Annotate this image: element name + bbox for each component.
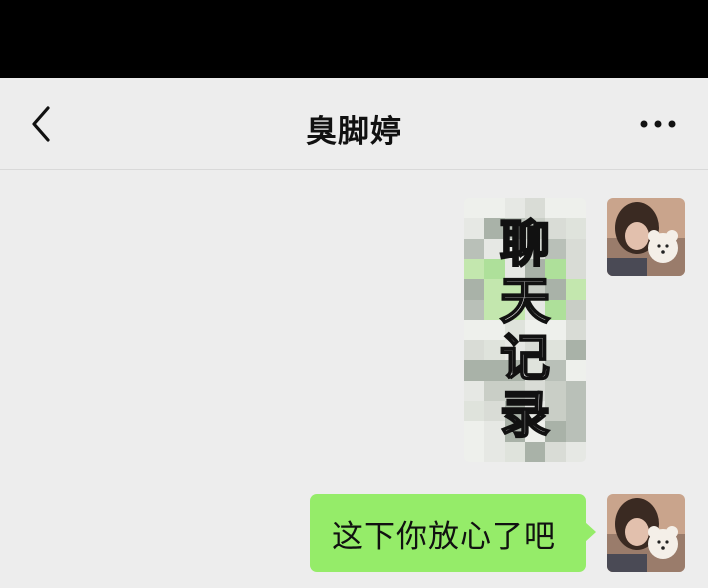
avatar-photo-icon xyxy=(607,494,685,572)
status-bar xyxy=(0,0,708,78)
chat-header: 臭脚婷 xyxy=(0,78,708,170)
mosaic-cell xyxy=(484,441,505,462)
image-caption-char: 天 xyxy=(499,272,551,331)
avatar[interactable] xyxy=(607,198,685,276)
bubble-tail xyxy=(585,522,596,542)
mosaic-cell xyxy=(525,441,546,462)
mosaic-cell xyxy=(545,441,566,462)
message-text: 这下你放心了吧 xyxy=(332,518,556,555)
avatar[interactable] xyxy=(607,494,685,572)
image-caption-char: 记 xyxy=(499,329,551,388)
image-message[interactable]: 聊 天 记 录 xyxy=(464,198,586,462)
more-dots-icon xyxy=(640,120,676,128)
mosaic-cell xyxy=(464,441,485,462)
message-list[interactable]: 聊 天 记 录 这下你放心了吧 xyxy=(0,171,708,588)
more-button[interactable] xyxy=(638,114,678,134)
text-message-bubble[interactable]: 这下你放心了吧 xyxy=(310,494,596,572)
image-message-caption: 聊 天 记 录 xyxy=(464,215,586,445)
image-caption-char: 聊 xyxy=(499,215,551,274)
mosaic-cell xyxy=(565,441,586,462)
mosaic-cell xyxy=(504,441,525,462)
chat-title: 臭脚婷 xyxy=(306,114,402,150)
avatar-photo-icon xyxy=(607,198,685,276)
image-caption-char: 录 xyxy=(499,386,551,445)
